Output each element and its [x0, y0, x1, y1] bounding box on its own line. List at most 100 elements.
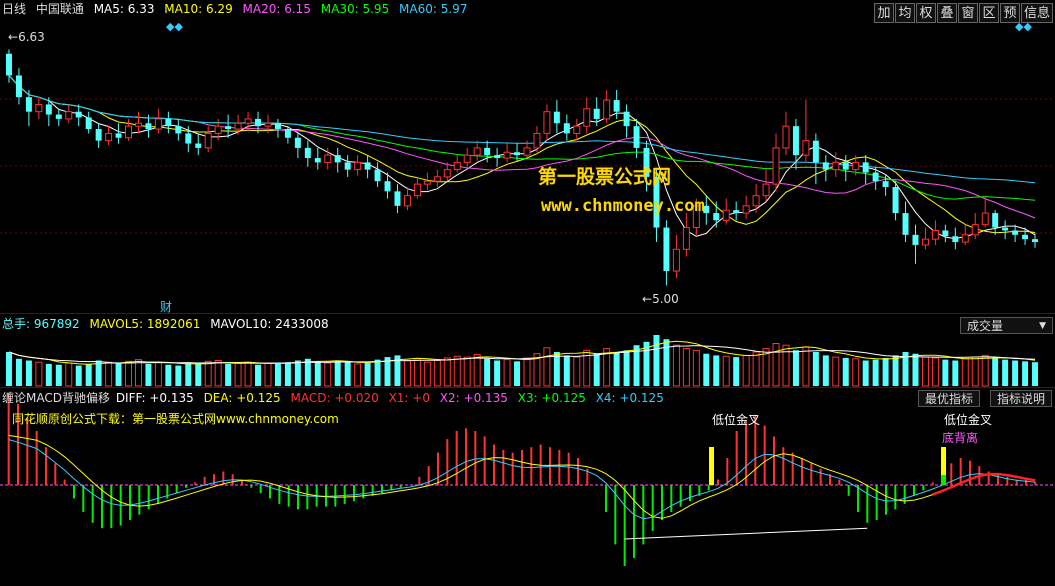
- candle-body: [473, 147, 481, 156]
- period-label[interactable]: 日线: [2, 2, 26, 16]
- volume-bar: [25, 360, 32, 386]
- candle-body: [523, 147, 531, 156]
- optimal-indicator-button[interactable]: 最优指标: [918, 390, 981, 407]
- signal-label-golden-cross: 低位金叉: [712, 413, 761, 427]
- candle-body: [45, 104, 52, 115]
- indicator-name[interactable]: 缠论MACD背驰偏移: [2, 391, 110, 405]
- x2-value: X2: +0.135: [439, 391, 508, 405]
- candle-body: [314, 158, 321, 163]
- toolbar-range-button[interactable]: 区: [978, 3, 999, 23]
- macd-value: MACD: +0.020: [290, 391, 379, 405]
- financial-report-marker[interactable]: 财: [160, 298, 172, 315]
- candle-body: [971, 224, 979, 236]
- volume-bar: [55, 364, 62, 386]
- candle-body: [105, 132, 113, 142]
- indicator-panel[interactable]: 缠论MACD背驰偏移 DIFF: +0.135 DEA: +0.125 MACD…: [0, 389, 1055, 586]
- volume-bar: [802, 346, 810, 387]
- toolbar-add-button[interactable]: 加: [873, 3, 894, 23]
- golden-cross-marker: [941, 475, 946, 485]
- volume-panel[interactable]: 总手: 967892 MAVOL5: 1892061 MAVOL10: 2433…: [0, 315, 1055, 388]
- divergence-line: [624, 527, 868, 540]
- signal-label-golden-cross: 低位金叉: [944, 413, 993, 427]
- x3-value: X3: +0.125: [517, 391, 586, 405]
- candle-body: [762, 183, 770, 197]
- volume-bar: [244, 361, 252, 387]
- volume-bar: [494, 360, 501, 386]
- indicator-explain-button[interactable]: 指标说明: [990, 390, 1053, 407]
- volume-bar: [314, 361, 321, 386]
- volume-bar: [682, 348, 690, 387]
- volume-bar: [423, 361, 431, 387]
- volume-bar: [563, 355, 570, 386]
- watermark-title: 第一股票公式网: [538, 166, 672, 188]
- volume-bar: [195, 363, 202, 386]
- volume-bar: [593, 353, 600, 386]
- toolbar-window-button[interactable]: 窗: [957, 3, 978, 23]
- volume-bar: [1002, 359, 1009, 386]
- volume-bar: [742, 354, 750, 387]
- mavol10-value: MAVOL10: 2433008: [210, 317, 329, 331]
- volume-bar: [832, 356, 840, 387]
- candle-body: [255, 118, 262, 127]
- volume-bar: [961, 358, 969, 387]
- volume-bar: [433, 360, 441, 387]
- low-price-label: ←5.00: [642, 292, 679, 306]
- volume-bar: [523, 357, 531, 387]
- candle-body: [204, 132, 212, 149]
- volume-indicator-select[interactable]: 成交量 ▼: [960, 317, 1053, 334]
- ma20-value: MA20: 6.15: [242, 2, 311, 16]
- volume-bar: [872, 359, 879, 386]
- volume-bar: [75, 365, 82, 386]
- candle-body: [165, 118, 172, 127]
- volume-bar: [145, 363, 152, 386]
- candle-body: [453, 161, 461, 171]
- volume-header: 总手: 967892 MAVOL5: 1892061 MAVOL10: 2433…: [2, 315, 335, 333]
- mavol5-value: MAVOL5: 1892061: [89, 317, 201, 331]
- volume-bar: [852, 358, 860, 387]
- candlestick-chart[interactable]: [0, 0, 1055, 313]
- candle-body: [931, 229, 939, 240]
- toolbar-overlay-button[interactable]: 叠: [936, 3, 957, 23]
- diamond-icon[interactable]: ◆◆: [166, 20, 183, 33]
- volume-bar: [443, 357, 451, 387]
- candle-body: [214, 125, 222, 134]
- x4-value: X4: +0.125: [595, 391, 664, 405]
- candle-body: [802, 140, 810, 156]
- toolbar-ma-button[interactable]: 均: [894, 3, 915, 23]
- candle-body: [852, 161, 860, 171]
- candle-body: [961, 234, 969, 243]
- price-panel[interactable]: 日线 中国联通 MA5: 6.33 MA10: 6.29 MA20: 6.15 …: [0, 0, 1055, 314]
- candle-body: [154, 118, 162, 130]
- candle-body: [663, 227, 670, 272]
- candle-body: [952, 236, 959, 243]
- volume-bar: [15, 358, 22, 386]
- volume-bar: [722, 355, 730, 387]
- candle-body: [981, 212, 989, 226]
- candle-body: [553, 111, 560, 124]
- volume-bar: [653, 335, 660, 386]
- volume-bar: [364, 363, 371, 386]
- diamond-icon[interactable]: ◆◆: [1015, 20, 1032, 33]
- candle-body: [921, 238, 929, 246]
- candle-body: [832, 161, 840, 171]
- candle-body: [484, 147, 491, 156]
- ma30-line: [8, 75, 1036, 201]
- candle-body: [354, 161, 362, 171]
- volume-bar: [1022, 361, 1029, 386]
- volume-bar: [772, 343, 780, 387]
- candle-body: [294, 137, 301, 148]
- candle-body: [384, 181, 391, 192]
- candle-body: [5, 53, 12, 76]
- candle-body: [533, 132, 541, 149]
- volume-bar: [892, 355, 899, 386]
- candle-body: [185, 133, 192, 144]
- candle-body: [593, 108, 600, 119]
- candle-body: [274, 123, 281, 130]
- volume-bar: [35, 361, 43, 387]
- volume-bar: [733, 357, 740, 386]
- volume-bar: [463, 356, 471, 387]
- volume-bar: [264, 362, 272, 387]
- candle-body: [304, 147, 311, 159]
- volume-bar: [971, 356, 979, 387]
- toolbar-rights-button[interactable]: 权: [915, 3, 936, 23]
